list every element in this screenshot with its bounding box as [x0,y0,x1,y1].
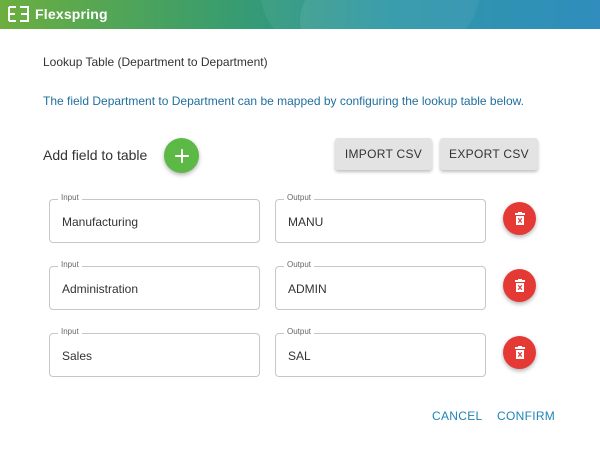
input-legend: Input [58,193,82,202]
output-legend: Output [284,327,315,336]
export-csv-button[interactable]: EXPORT CSV [440,138,538,170]
import-csv-button[interactable]: IMPORT CSV [335,138,432,170]
mapping-row: Input Sales Output SAL [49,327,549,381]
delete-row-button[interactable] [503,269,536,302]
output-value: SAL [288,349,311,363]
input-legend: Input [58,260,82,269]
flexspring-logo-icon [8,6,29,22]
trash-icon [514,278,525,292]
output-value: MANU [288,215,324,229]
input-value: Manufacturing [62,215,139,229]
input-field[interactable]: Input Sales [49,327,260,377]
lookup-table-dialog: Flexspring Lookup Table (Department to D… [0,0,600,450]
trash-icon [514,211,525,225]
input-legend: Input [58,327,82,336]
confirm-button[interactable]: CONFIRM [497,409,555,423]
dialog-title: Lookup Table (Department to Department) [43,55,268,69]
delete-row-button[interactable] [503,202,536,235]
add-field-label: Add field to table [43,147,148,163]
output-field[interactable]: Output SAL [275,327,486,377]
trash-icon [514,345,525,359]
cancel-button[interactable]: CANCEL [432,409,482,423]
app-header: Flexspring [0,0,600,29]
output-field[interactable]: Output ADMIN [275,260,486,310]
input-value: Sales [62,349,93,363]
output-legend: Output [284,260,315,269]
output-value: ADMIN [288,282,327,296]
mapping-row: Input Administration Output ADMIN [49,260,549,314]
mapping-row: Input Manufacturing Output MANU [49,193,549,247]
input-field[interactable]: Input Manufacturing [49,193,260,243]
delete-row-button[interactable] [503,336,536,369]
add-field-button[interactable] [164,138,199,173]
output-field[interactable]: Output MANU [275,193,486,243]
brand-name: Flexspring [35,6,108,22]
plus-icon [174,148,189,163]
brand: Flexspring [7,5,108,23]
input-field[interactable]: Input Administration [49,260,260,310]
output-legend: Output [284,193,315,202]
input-value: Administration [62,282,139,296]
dialog-description: The field Department to Department can b… [43,94,524,108]
